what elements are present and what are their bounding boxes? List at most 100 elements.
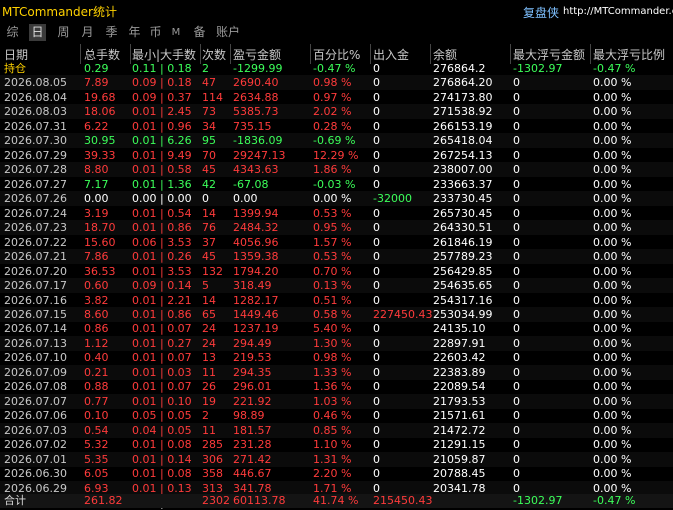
cell-minmax: 0.09 | 0.14	[132, 279, 192, 293]
cell-pnl: 1282.17	[233, 293, 279, 307]
cell-maxloss: -1302.97	[513, 62, 563, 75]
cell-balance: 20788.45	[433, 467, 486, 481]
table-row[interactable]: 2026.08.05 7.89 0.09 | 0.18 47 2690.40 0.98 %…	[0, 75, 673, 91]
table-row[interactable]: 2026.07.01 5.35 0.01 | 0.14 306 271.42 1.31 %…	[0, 451, 673, 467]
tab-2[interactable]: 周	[55, 24, 72, 41]
cell-flow: 0	[373, 250, 380, 264]
table-row[interactable]: 2026.07.09 0.21 0.01 | 0.03 11 294.35 1.33 % 0…	[0, 364, 673, 380]
table-row[interactable]: 2026.07.21 7.86 0.01 | 0.26 45 1359.38 0.53 %…	[0, 249, 673, 265]
cell-flow: 0	[373, 293, 380, 307]
cell-date: 2026.07.07	[4, 394, 67, 408]
cell-balance: 253034.99	[433, 307, 493, 321]
table-row[interactable]: 2026.07.24 3.19 0.01 | 0.54 14 1399.94 0.53 %…	[0, 206, 673, 221]
cell-maxpct: 0.00 %	[593, 336, 632, 350]
cell-pnl: 294.35	[233, 365, 272, 379]
cell-pnl: 1359.38	[233, 250, 279, 264]
cell-pct: 2.02 %	[313, 105, 352, 119]
cell-flow: 0	[373, 206, 380, 220]
table-row[interactable]: 持仓 0.29 0.11 | 0.18 2 -1299.99 -0.47 % 0 276864…	[0, 61, 673, 76]
tab-3[interactable]: 月	[79, 24, 96, 41]
cell-pct: 0.70 %	[313, 264, 352, 278]
cell-date: 2026.07.15	[4, 307, 67, 321]
header-separator	[430, 44, 431, 64]
table-row[interactable]: 2026.07.10 0.40 0.01 | 0.07 13 219.53 0.98 % 0…	[0, 350, 673, 365]
cell-minmax: 0.01 | 0.10	[132, 394, 192, 408]
table-row[interactable]: 2026.07.28 8.80 0.01 | 0.58 45 4343.63 1.86 %…	[0, 162, 673, 178]
table-row[interactable]: 2026.07.07 0.77 0.01 | 0.10 19 221.92 1.03 % 0…	[0, 393, 673, 409]
cell-pct: -0.69 %	[313, 134, 356, 148]
table-row[interactable]: 2026.06.30 6.05 0.01 | 0.08 358 446.67 2.20 %…	[0, 466, 673, 481]
cell-maxpct: 0.00 %	[593, 293, 632, 307]
cell-count: 13	[202, 351, 216, 365]
cell-balance: 256429.85	[433, 264, 493, 278]
cell-flow: 0	[373, 279, 380, 293]
cell-maxloss: 0	[513, 177, 520, 191]
table-row[interactable]: 2026.07.13 1.12 0.01 | 0.27 24 294.49 1.30 % 0…	[0, 335, 673, 351]
table-row[interactable]: 2026.07.06 0.10 0.05 | 0.05 2 98.89 0.46 % 0 21…	[0, 408, 673, 423]
cell-lots: 0.77	[84, 394, 109, 408]
table-row[interactable]: 2026.08.04 19.68 0.09 | 0.37 114 2634.88 0.97…	[0, 90, 673, 105]
cell-flow: -32000	[373, 192, 412, 206]
cell-date: 2026.07.20	[4, 264, 67, 278]
tab-6[interactable]: 币	[147, 24, 164, 41]
table-row[interactable]: 2026.07.26 0.00 0.00 | 0.00 0 0.00 0.00 % -320…	[0, 191, 673, 207]
cell-pct: 0.98 %	[313, 351, 352, 365]
cell-maxloss: 0	[513, 322, 520, 336]
cell-pct: 12.29 %	[313, 148, 359, 162]
cell-balance: 233663.37	[433, 177, 493, 191]
tab-1[interactable]: 日	[29, 24, 46, 41]
cell-lots: 7.86	[84, 250, 109, 264]
cell-date: 2026.07.24	[4, 206, 67, 220]
cell-pct: 0.51 %	[313, 293, 352, 307]
cell-maxpct: 0.00 %	[593, 163, 632, 177]
cell-maxpct: 0.00 %	[593, 380, 632, 394]
table-row[interactable]: 2026.07.15 8.60 0.01 | 0.86 65 1449.46 0.58 %…	[0, 306, 673, 322]
tab-0[interactable]: 综	[4, 24, 21, 41]
table-row[interactable]: 2026.07.30 30.95 0.01 | 6.26 95 -1836.09 -0.6…	[0, 133, 673, 149]
table-row[interactable]: 2026.07.29 39.33 0.01 | 9.49 70 29247.13 12.2…	[0, 148, 673, 163]
table-row[interactable]: 2026.07.23 18.70 0.01 | 0.86 76 2484.32 0.95 …	[0, 220, 673, 236]
cell-count: 11	[202, 365, 216, 379]
cell-lots: 19.68	[84, 90, 116, 104]
cell-flow: 0	[373, 76, 380, 90]
table-row[interactable]: 2026.07.31 6.22 0.01 | 0.96 34 735.15 0.28 % 0…	[0, 119, 673, 134]
table-row[interactable]: 2026.07.22 15.60 0.06 | 3.53 37 4056.96 1.57 …	[0, 235, 673, 250]
cell-maxpct: 0.00 %	[593, 192, 632, 206]
total-row: 合计 261.82 2302 60113.78 41.74 % 215450.4…	[0, 494, 673, 508]
cell-pct: 1.86 %	[313, 163, 352, 177]
tab-9[interactable]: 账户	[213, 24, 243, 41]
cell-lots: 5.35	[84, 452, 109, 466]
table-row[interactable]: 2026.07.02 5.32 0.01 | 0.08 285 231.28 1.10 %…	[0, 437, 673, 452]
table-row[interactable]: 2026.07.27 7.17 0.01 | 1.36 42 -67.08 -0.03 %…	[0, 177, 673, 192]
tab-7[interactable]: M	[170, 24, 182, 41]
cell-maxloss: 0	[513, 336, 520, 350]
cell-count: 114	[202, 90, 223, 104]
table-row[interactable]: 2026.07.14 0.86 0.01 | 0.07 24 1237.19 5.40 %…	[0, 321, 673, 336]
table-row[interactable]: 2026.08.03 18.06 0.01 | 2.45 73 5385.73 2.02 …	[0, 104, 673, 120]
cell-pnl: 29247.13	[233, 148, 286, 162]
table-row[interactable]: 2026.07.17 0.60 0.09 | 0.14 5 318.49 0.13 % 0 2…	[0, 278, 673, 294]
tab-4[interactable]: 季	[103, 24, 120, 41]
table-row[interactable]: 2026.07.16 3.82 0.01 | 2.21 14 1282.17 0.51 %…	[0, 293, 673, 308]
cell-count: 19	[202, 394, 216, 408]
table-row[interactable]: 2026.07.08 0.88 0.01 | 0.07 26 296.01 1.36 % 0…	[0, 379, 673, 394]
tab-8[interactable]: 备	[191, 24, 208, 41]
cell-balance: 276864.20	[433, 76, 493, 90]
cell-minmax: 0.05 | 0.05	[132, 409, 192, 423]
table-row[interactable]: 2026.07.20 36.53 0.01 | 3.53 132 1794.20 0.70…	[0, 264, 673, 279]
cell-balance: 265418.04	[433, 134, 493, 148]
cell-count: 5	[202, 279, 209, 293]
cell-minmax: 0.01 | 0.03	[132, 365, 192, 379]
tab-5[interactable]: 年	[126, 24, 143, 41]
cell-lots: 36.53	[84, 264, 116, 278]
cell-pct: 1.30 %	[313, 336, 352, 350]
cell-lots: 0.10	[84, 409, 109, 423]
cell-flow: 0	[373, 452, 380, 466]
cell-pct: 2.20 %	[313, 467, 352, 481]
cell-pnl: -1836.09	[233, 134, 283, 148]
website-link[interactable]: http://MTCommander.com	[563, 6, 673, 17]
cell-minmax: 0.01 | 0.96	[132, 119, 192, 133]
table-row[interactable]: 2026.07.03 0.54 0.04 | 0.05 11 181.57 0.85 % 0…	[0, 422, 673, 438]
cell-lots: 7.17	[84, 177, 109, 191]
cell-date: 2026.07.30	[4, 134, 67, 148]
